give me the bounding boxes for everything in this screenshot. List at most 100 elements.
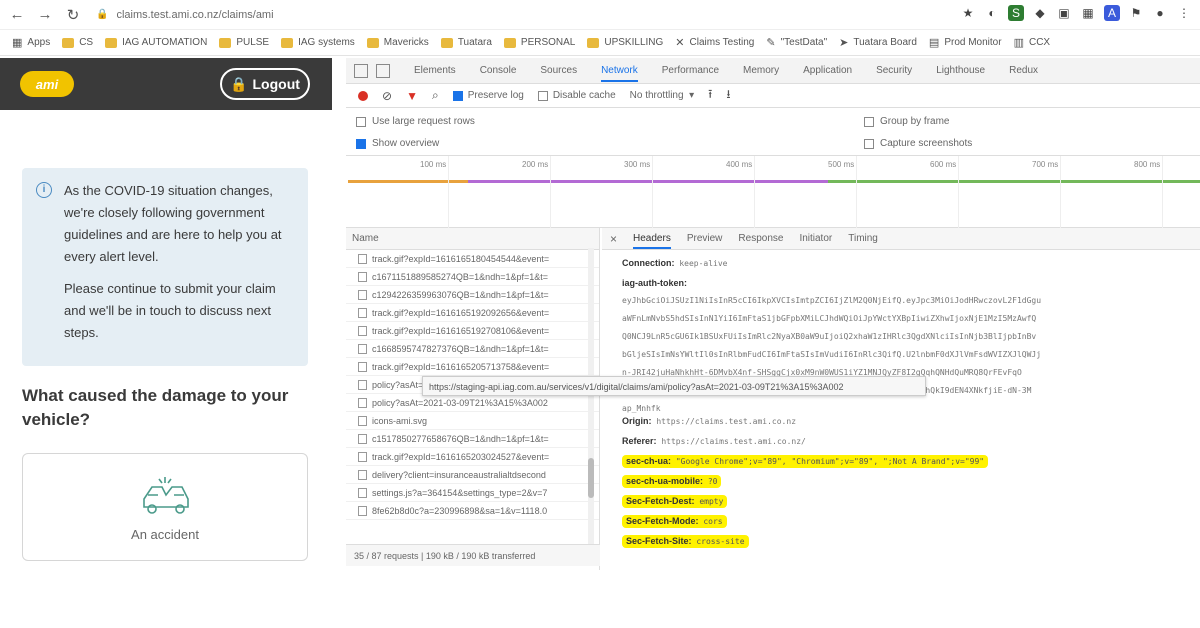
tab-console[interactable]: Console	[480, 65, 517, 76]
star-icon[interactable]: ★	[960, 5, 976, 21]
request-row[interactable]: c1517850277658676QB=1&ndh=1&pf=1&t=	[346, 430, 599, 448]
show-overview-checkbox[interactable]: Show overview	[356, 138, 439, 149]
request-row[interactable]: track.gif?expId=1616165203024527&event=	[346, 448, 599, 466]
tab-memory[interactable]: Memory	[743, 65, 779, 76]
filter-icon[interactable]: ▼	[406, 89, 418, 103]
request-row[interactable]: track.gif?expId=1616165205713758&event=	[346, 358, 599, 376]
file-icon	[358, 253, 367, 264]
request-name: track.gif?expId=1616165192708106&event=	[372, 325, 550, 336]
bookmark-item[interactable]: UPSKILLING	[587, 37, 663, 48]
close-icon[interactable]: ×	[610, 232, 617, 246]
request-row[interactable]: settings.js?a=364154&settings_type=2&v=7	[346, 484, 599, 502]
inspect-icon[interactable]	[354, 63, 368, 78]
scrollbar[interactable]	[588, 248, 594, 548]
bookmark-item[interactable]: ✎ "TestData"	[766, 36, 827, 49]
tab-redux[interactable]: Redux	[1009, 65, 1038, 76]
request-row[interactable]: icons-ami.svg	[346, 412, 599, 430]
request-row[interactable]: track.gif?expId=1616165192708106&event=	[346, 322, 599, 340]
claims-app: ami 🔒 Logout i As the COVID-19 situation…	[0, 58, 332, 570]
profile-icon[interactable]: ●	[1152, 5, 1168, 21]
tab-headers[interactable]: Headers	[633, 228, 671, 249]
group-by-frame-checkbox[interactable]: Group by frame	[864, 116, 949, 127]
timeline-gridline	[550, 156, 551, 228]
bookmark-item[interactable]: CS	[62, 37, 93, 48]
back-icon[interactable]: ←	[6, 4, 28, 26]
request-row[interactable]: policy?asAt=2021-03-09T21%3A15%3A002	[346, 394, 599, 412]
extension-icon[interactable]: ⚑	[1128, 5, 1144, 21]
forward-icon[interactable]: →	[34, 4, 56, 26]
tab-performance[interactable]: Performance	[662, 65, 719, 76]
request-name: policy?asAt=2021-03-09T21%3A15%3A002	[372, 397, 548, 408]
disable-cache-checkbox[interactable]: Disable cache	[537, 90, 616, 101]
request-row[interactable]: track.gif?expId=1616165192092656&event=	[346, 304, 599, 322]
header-referer: Referer: https://claims.test.ami.co.nz/	[622, 436, 806, 446]
request-row[interactable]: track.gif?expId=1616165180454544&event=	[346, 250, 599, 268]
large-rows-checkbox[interactable]: Use large request rows	[356, 116, 475, 127]
reload-icon[interactable]: ↻	[62, 4, 84, 26]
bookmark-item[interactable]: ✕ Claims Testing	[675, 36, 754, 49]
tab-lighthouse[interactable]: Lighthouse	[936, 65, 985, 76]
request-name: delivery?client=insuranceaustralialtdsec…	[372, 469, 546, 480]
covid-notice: i As the COVID-19 situation changes, we'…	[22, 168, 308, 366]
request-row[interactable]: 8fe62b8d0c?a=230996898&sa=1&v=1118.0	[346, 502, 599, 520]
info-icon: i	[36, 182, 52, 198]
tab-timing[interactable]: Timing	[848, 233, 878, 244]
tab-preview[interactable]: Preview	[687, 233, 723, 244]
column-header-name[interactable]: Name	[346, 228, 599, 250]
tab-elements[interactable]: Elements	[414, 65, 456, 76]
auth-token-line: eyJhbGciOiJSUzI1NiIsInR5cCI6IkpXVCIsImtp…	[622, 296, 1042, 305]
file-icon	[358, 361, 367, 372]
bookmark-item[interactable]: ➤ Tuatara Board	[839, 36, 917, 49]
clear-icon[interactable]: ⊘	[382, 89, 392, 103]
extension-icon[interactable]: A	[1104, 5, 1120, 21]
extension-icon[interactable]: ◐	[984, 5, 1000, 21]
request-row[interactable]: delivery?client=insuranceaustralialtdsec…	[346, 466, 599, 484]
timeline-gridline	[856, 156, 857, 228]
network-overview[interactable]: 100 ms 200 ms 300 ms 400 ms 500 ms 600 ms 700 …	[346, 156, 1200, 228]
request-row[interactable]: c1671151889585274QB=1&ndh=1&pf=1&t=	[346, 268, 599, 286]
extension-icon[interactable]: ◆	[1032, 5, 1048, 21]
notice-text: Please continue to submit your claim and…	[64, 281, 276, 340]
export-icon[interactable]: ⭳	[726, 85, 730, 106]
menu-icon[interactable]: ⋮	[1176, 5, 1192, 21]
logout-button[interactable]: 🔒 Logout	[220, 68, 310, 100]
tab-response[interactable]: Response	[738, 233, 783, 244]
extension-icon[interactable]: ▦	[1080, 5, 1096, 21]
request-name: 8fe62b8d0c?a=230996898&sa=1&v=1118.0	[372, 505, 548, 516]
record-icon[interactable]	[358, 90, 368, 101]
tab-sources[interactable]: Sources	[540, 65, 577, 76]
search-icon[interactable]: ⌕	[432, 88, 439, 103]
tab-initiator[interactable]: Initiator	[799, 233, 832, 244]
bookmark-item[interactable]: Mavericks	[366, 37, 429, 48]
checkbox-label: Disable cache	[552, 90, 616, 101]
camera-icon[interactable]: ▣	[1056, 5, 1072, 21]
device-toggle-icon[interactable]	[376, 63, 390, 78]
bookmark-item[interactable]: Tuatara	[440, 37, 492, 48]
bookmark-item[interactable]: PERSONAL	[503, 37, 575, 48]
capture-screenshots-checkbox[interactable]: Capture screenshots	[864, 138, 972, 149]
file-icon	[358, 469, 367, 480]
bookmark-item[interactable]: ▥ CCX	[1014, 36, 1051, 49]
preserve-log-checkbox[interactable]: Preserve log	[452, 90, 524, 101]
throttling-select[interactable]: No throttling ▾	[630, 90, 695, 101]
accident-option-card[interactable]: An accident	[22, 453, 308, 561]
bookmark-label: Apps	[27, 37, 51, 48]
import-icon[interactable]: ⭱	[708, 85, 712, 106]
bookmark-item[interactable]: ▤ Prod Monitor	[929, 36, 1002, 49]
ccx-icon: ▥	[1013, 37, 1024, 49]
request-row[interactable]: c1294226359963076QB=1&ndh=1&pf=1&t=	[346, 286, 599, 304]
extension-icon[interactable]: S	[1008, 5, 1024, 21]
tab-network[interactable]: Network	[601, 59, 638, 82]
bookmark-item[interactable]: IAG systems	[281, 37, 355, 48]
tab-security[interactable]: Security	[876, 65, 912, 76]
request-row[interactable]: c1668595747827376QB=1&ndh=1&pf=1&t=	[346, 340, 599, 358]
folder-icon	[219, 37, 232, 48]
header-sec-fetch-dest: Sec-Fetch-Dest: empty	[622, 495, 728, 508]
tab-application[interactable]: Application	[803, 65, 852, 76]
address-bar[interactable]: 🔒 claims.test.ami.co.nz/claims/ami	[96, 9, 274, 21]
bookmark-item[interactable]: ▦ Apps	[12, 36, 50, 49]
scrollbar-thumb[interactable]	[588, 458, 594, 498]
bookmark-item[interactable]: IAG AUTOMATION	[105, 37, 207, 48]
bookmark-label: PULSE	[236, 37, 270, 48]
bookmark-item[interactable]: PULSE	[219, 37, 269, 48]
